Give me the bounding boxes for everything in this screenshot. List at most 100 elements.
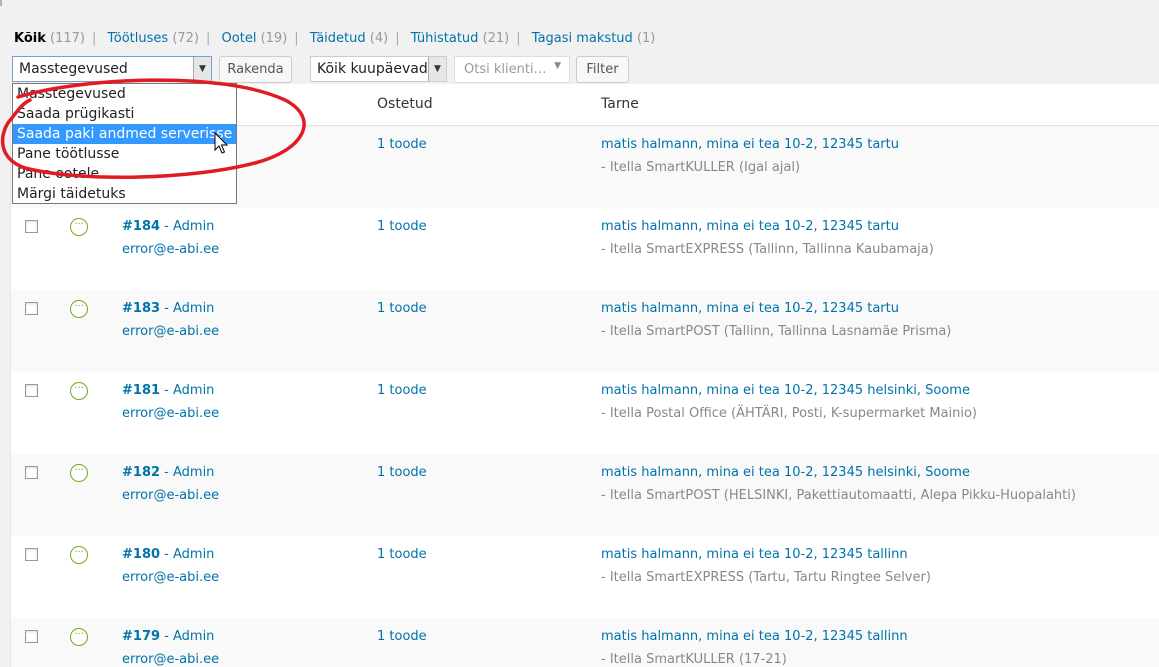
filter-completed-link[interactable]: Täidetud bbox=[310, 31, 366, 46]
order-link[interactable]: #180 - Admin bbox=[122, 547, 214, 562]
filter-separator: | bbox=[516, 31, 521, 46]
shipping-method: - Itella SmartPOST (Tallinn, Tallinna La… bbox=[601, 324, 952, 339]
order-number: #181 bbox=[122, 383, 161, 398]
filter-processing-count: (72) bbox=[172, 31, 199, 46]
row-checkbox[interactable] bbox=[25, 220, 38, 233]
row-checkbox[interactable] bbox=[25, 548, 38, 561]
order-number: #179 bbox=[122, 629, 161, 644]
bulk-option-trash[interactable]: Saada prügikasti bbox=[13, 104, 236, 124]
order-items[interactable]: 1 toode bbox=[377, 301, 427, 316]
filter-processing[interactable]: Töötluses (72) | bbox=[108, 31, 218, 46]
shipping-address[interactable]: matis halmann, mina ei tea 10-2, 12345 h… bbox=[601, 383, 970, 398]
customer-search-input[interactable]: Otsi klienti… ▼ bbox=[454, 56, 570, 83]
filter-completed-count: (4) bbox=[369, 31, 389, 46]
order-items[interactable]: 1 toode bbox=[377, 383, 427, 398]
shipping-address[interactable]: matis halmann, mina ei tea 10-2, 12345 h… bbox=[601, 465, 970, 480]
bulk-option-mark-completed[interactable]: Märgi täidetuks bbox=[13, 184, 236, 204]
order-items[interactable]: 1 toode bbox=[377, 465, 427, 480]
shipping-method: - Itella SmartPOST (HELSINKI, Pakettiaut… bbox=[601, 488, 1076, 503]
table-row: ··· #183 - Admin error@e-abi.ee 1 toode … bbox=[11, 290, 1159, 372]
order-author: - Admin bbox=[160, 465, 215, 480]
customer-email[interactable]: error@e-abi.ee bbox=[122, 242, 219, 257]
filter-cancelled-link[interactable]: Tühistatud bbox=[411, 31, 479, 46]
filter-separator: | bbox=[92, 31, 97, 46]
order-link[interactable]: #181 - Admin bbox=[122, 383, 214, 398]
order-author: - Admin bbox=[160, 219, 215, 234]
order-items[interactable]: 1 toode bbox=[377, 629, 427, 644]
shipping-method: - Itella Postal Office (ÄHTÄRI, Posti, K… bbox=[601, 406, 978, 421]
chevron-down-icon[interactable]: ▼ bbox=[193, 57, 211, 81]
order-link[interactable]: #182 - Admin bbox=[122, 465, 214, 480]
order-author: - Admin bbox=[160, 383, 215, 398]
shipping-address[interactable]: matis halmann, mina ei tea 10-2, 12345 t… bbox=[601, 301, 899, 316]
table-row: ··· #180 - Admin error@e-abi.ee 1 toode … bbox=[11, 536, 1159, 618]
filter-on-hold-count: (19) bbox=[260, 31, 288, 46]
shipping-address[interactable]: matis halmann, mina ei tea 10-2, 12345 t… bbox=[601, 219, 899, 234]
row-checkbox[interactable] bbox=[25, 630, 38, 643]
filter-cancelled-count: (21) bbox=[482, 31, 510, 46]
chevron-down-icon: ▼ bbox=[554, 61, 561, 71]
order-number: #183 bbox=[122, 301, 161, 316]
table-row: ··· #182 - Admin error@e-abi.ee 1 toode … bbox=[11, 454, 1159, 536]
filter-on-hold[interactable]: Ootel (19) | bbox=[222, 31, 306, 46]
filter-all-link[interactable]: Kõik bbox=[14, 31, 46, 46]
bulk-actions-select[interactable]: Masstegevused ▼ bbox=[12, 56, 212, 82]
order-link[interactable]: #183 - Admin bbox=[122, 301, 214, 316]
filter-separator: | bbox=[395, 31, 400, 46]
table-row: ··· #179 - Admin error@e-abi.ee 1 toode … bbox=[11, 618, 1159, 667]
table-row: ··· #184 - Admin error@e-abi.ee 1 toode … bbox=[11, 208, 1159, 290]
processing-status-icon: ··· bbox=[70, 546, 88, 564]
filter-cancelled[interactable]: Tühistatud (21) | bbox=[411, 31, 528, 46]
filter-refunded-link[interactable]: Tagasi makstud bbox=[532, 31, 633, 46]
filter-processing-link[interactable]: Töötluses bbox=[108, 31, 169, 46]
shipping-method: - Itella SmartKULLER (17-21) bbox=[601, 652, 787, 667]
shipping-method: - Itella SmartEXPRESS (Tartu, Tartu Ring… bbox=[601, 570, 931, 585]
shipping-method: - Itella SmartEXPRESS (Tallinn, Tallinna… bbox=[601, 242, 934, 257]
processing-status-icon: ··· bbox=[70, 628, 88, 646]
customer-email[interactable]: error@e-abi.ee bbox=[122, 406, 219, 421]
column-purchased[interactable]: Ostetud bbox=[377, 96, 433, 112]
shipping-address[interactable]: matis halmann, mina ei tea 10-2, 12345 t… bbox=[601, 547, 908, 562]
customer-email[interactable]: error@e-abi.ee bbox=[122, 488, 219, 503]
order-link[interactable]: #184 - Admin bbox=[122, 219, 214, 234]
processing-status-icon: ··· bbox=[70, 218, 88, 236]
customer-email[interactable]: error@e-abi.ee bbox=[122, 652, 219, 667]
order-number: #184 bbox=[122, 219, 161, 234]
column-shipping[interactable]: Tarne bbox=[601, 96, 639, 112]
filter-all[interactable]: Kõik (117) | bbox=[14, 31, 103, 46]
filter-on-hold-link[interactable]: Ootel bbox=[222, 31, 257, 46]
row-checkbox[interactable] bbox=[25, 466, 38, 479]
bulk-option-default[interactable]: Masstegevused bbox=[13, 84, 236, 104]
order-items[interactable]: 1 toode bbox=[377, 547, 427, 562]
bulk-actions-value: Masstegevused bbox=[19, 61, 128, 77]
bulk-option-send-package-data[interactable]: Saada paki andmed serverisse bbox=[13, 124, 236, 144]
customer-search-placeholder: Otsi klienti… bbox=[464, 62, 547, 77]
filter-separator: | bbox=[206, 31, 211, 46]
order-author: - Admin bbox=[160, 629, 215, 644]
bulk-actions-dropdown: Masstegevused Saada prügikasti Saada pak… bbox=[12, 83, 237, 204]
row-checkbox[interactable] bbox=[25, 302, 38, 315]
date-filter-select[interactable]: Kõik kuupäevad ▼ bbox=[310, 56, 447, 82]
order-number: #180 bbox=[122, 547, 161, 562]
row-checkbox[interactable] bbox=[25, 384, 38, 397]
shipping-address[interactable]: matis halmann, mina ei tea 10-2, 12345 t… bbox=[601, 137, 899, 152]
bulk-option-mark-on-hold[interactable]: Pane ootele bbox=[13, 164, 236, 184]
order-items[interactable]: 1 toode bbox=[377, 219, 427, 234]
bulk-option-mark-processing[interactable]: Pane töötlusse bbox=[13, 144, 236, 164]
order-author: - Admin bbox=[160, 547, 215, 562]
top-border bbox=[0, 0, 1159, 6]
shipping-address[interactable]: matis halmann, mina ei tea 10-2, 12345 t… bbox=[601, 629, 908, 644]
chevron-down-icon[interactable]: ▼ bbox=[428, 57, 446, 81]
order-items[interactable]: 1 toode bbox=[377, 137, 427, 152]
top-accent bbox=[0, 0, 2, 6]
customer-email[interactable]: error@e-abi.ee bbox=[122, 324, 219, 339]
order-author: - Admin bbox=[160, 301, 215, 316]
processing-status-icon: ··· bbox=[70, 300, 88, 318]
order-link[interactable]: #179 - Admin bbox=[122, 629, 214, 644]
customer-email[interactable]: error@e-abi.ee bbox=[122, 570, 219, 585]
processing-status-icon: ··· bbox=[70, 464, 88, 482]
apply-button[interactable]: Rakenda bbox=[219, 56, 292, 83]
filter-refunded[interactable]: Tagasi makstud (1) bbox=[532, 31, 656, 46]
filter-button[interactable]: Filter bbox=[576, 56, 629, 83]
filter-completed[interactable]: Täidetud (4) | bbox=[310, 31, 407, 46]
